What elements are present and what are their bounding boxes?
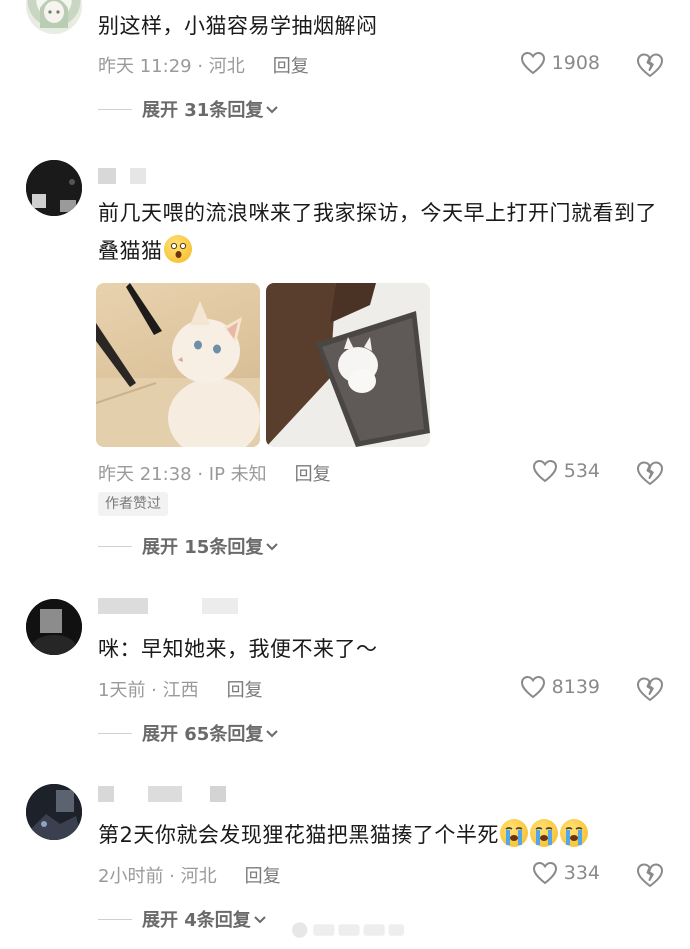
- like-button[interactable]: 1908: [520, 51, 600, 75]
- expand-replies-button[interactable]: 展开 4条回复: [98, 906, 269, 932]
- dark-avatar-icon: [26, 160, 82, 216]
- watermark-logo-icon: [291, 922, 405, 938]
- expand-replies-button[interactable]: 展开 65条回复: [98, 720, 281, 746]
- dark-avatar-icon: [26, 784, 82, 840]
- like-count: 334: [563, 862, 600, 884]
- comment-text: 咪：早知她来，我便不来了～: [98, 637, 378, 661]
- username[interactable]: [98, 166, 146, 186]
- like-count: 534: [563, 460, 600, 482]
- anime-girl-avatar-icon: [40, 0, 68, 28]
- like-button[interactable]: 8139: [520, 675, 600, 699]
- username-redacted: [210, 786, 226, 802]
- reply-button[interactable]: 回复: [245, 862, 281, 888]
- time-location: 1天前 · 江西: [98, 680, 199, 701]
- chevron-down-icon: [266, 730, 279, 738]
- reply-button[interactable]: 回复: [295, 460, 331, 486]
- comment-text: 前几天喂的流浪咪来了我家探访，今天早上打开门就看到了叠猫猫: [98, 194, 660, 270]
- comment-text: 第2天你就会发现狸花猫把黑猫揍了个半死: [98, 816, 660, 854]
- cat-photo-1[interactable]: [96, 283, 260, 447]
- comment-body: 第2天你就会发现狸花猫把黑猫揍了个半死: [98, 823, 499, 847]
- like-count: 8139: [551, 676, 600, 698]
- cat-photo-2[interactable]: [266, 283, 430, 447]
- divider-line: [98, 545, 132, 547]
- white-cat-image: [96, 283, 260, 447]
- divider-line: [98, 732, 132, 734]
- chevron-down-icon: [254, 916, 266, 924]
- username[interactable]: [98, 596, 238, 616]
- time-location: 2小时前 · 河北: [98, 866, 217, 887]
- avatar[interactable]: [26, 599, 82, 655]
- astonished-face-emoji: [163, 235, 192, 263]
- broken-heart-icon[interactable]: [636, 459, 664, 487]
- loudly-crying-face-emoji: [559, 819, 588, 847]
- username-redacted: [98, 168, 116, 184]
- dark-avatar-icon: [26, 599, 82, 655]
- heart-outline-icon: [520, 675, 545, 699]
- username-redacted: [202, 598, 238, 614]
- divider-line: [98, 108, 132, 110]
- loudly-crying-face-emoji: [529, 819, 558, 847]
- username-redacted: [98, 786, 114, 802]
- divider-line: [98, 918, 132, 920]
- username[interactable]: [98, 784, 226, 804]
- reply-button[interactable]: 回复: [273, 52, 309, 78]
- username-redacted: [130, 168, 146, 184]
- time-location: 昨天 11:29 · 河北: [98, 56, 245, 77]
- username-redacted: [98, 598, 148, 614]
- watermark-logo: [290, 918, 406, 942]
- broken-heart-icon[interactable]: [636, 675, 664, 703]
- comment-text: 别这样，小猫容易学抽烟解闷: [98, 14, 378, 38]
- chevron-down-icon: [266, 543, 279, 551]
- broken-heart-icon[interactable]: [636, 861, 664, 889]
- loudly-crying-face-emoji: [499, 819, 528, 847]
- heart-outline-icon: [532, 459, 557, 483]
- expand-label: 展开 65条回复: [142, 724, 264, 745]
- heart-outline-icon: [532, 861, 557, 885]
- author-liked-badge: 作者赞过: [98, 492, 168, 516]
- cat-on-doormat-image: [266, 283, 430, 447]
- reply-button[interactable]: 回复: [227, 676, 263, 702]
- chevron-down-icon: [266, 106, 279, 114]
- expand-replies-button[interactable]: 展开 31条回复: [98, 96, 281, 122]
- like-count: 1908: [551, 52, 600, 74]
- like-button[interactable]: 534: [532, 459, 600, 483]
- time-location: 昨天 21:38 · IP 未知: [98, 464, 267, 485]
- like-button[interactable]: 334: [532, 861, 600, 885]
- avatar[interactable]: [26, 160, 82, 216]
- username-redacted: [148, 786, 182, 802]
- heart-outline-icon: [520, 51, 545, 75]
- expand-replies-button[interactable]: 展开 15条回复: [98, 533, 281, 559]
- expand-label: 展开 31条回复: [142, 100, 264, 121]
- avatar[interactable]: [26, 0, 82, 34]
- expand-label: 展开 4条回复: [142, 910, 251, 931]
- broken-heart-icon[interactable]: [636, 51, 664, 79]
- avatar[interactable]: [26, 784, 82, 840]
- expand-label: 展开 15条回复: [142, 537, 264, 558]
